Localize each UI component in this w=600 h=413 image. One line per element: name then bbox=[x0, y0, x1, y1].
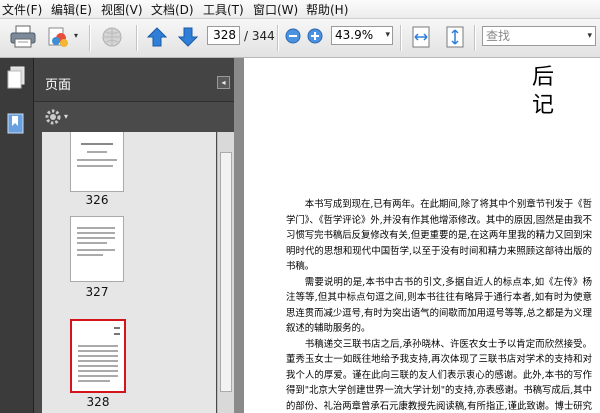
pages-icon[interactable] bbox=[6, 66, 26, 90]
document-body: 本书写成到现在,已有两年。在此期间,除了将其中个别章节刊发于《哲学门》、《哲学评… bbox=[286, 197, 592, 413]
toolbar-separator bbox=[277, 25, 279, 51]
zoom-in-icon[interactable] bbox=[307, 28, 324, 45]
toolbar-separator bbox=[89, 25, 91, 51]
print-icon[interactable] bbox=[10, 25, 36, 49]
chevron-down-icon[interactable]: ▾ bbox=[64, 112, 68, 121]
thumbnail-list: 326 327 328 bbox=[42, 132, 216, 413]
page-heading: 后 记 bbox=[532, 64, 554, 120]
panel-options-bar: ▾ bbox=[34, 102, 234, 132]
pages-panel: 页面 ◂ ▾ 326 327 328 bbox=[34, 58, 235, 413]
page-heading-line1: 后 bbox=[532, 65, 555, 90]
page-heading-line2: 记 bbox=[532, 93, 555, 118]
panel-splitter[interactable] bbox=[234, 58, 244, 413]
page-thumbnail[interactable] bbox=[70, 132, 124, 192]
next-page-icon[interactable] bbox=[178, 26, 198, 48]
thumbnail-scrollbar[interactable] bbox=[217, 132, 235, 413]
menu-view[interactable]: 视图(V) bbox=[101, 1, 143, 18]
document-view: 后 记 本书写成到现在,已有两年。在此期间,除了将其中个别章节刊发于《哲学门》、… bbox=[244, 58, 600, 413]
toolbar-separator bbox=[400, 25, 402, 51]
panel-header: 页面 ◂ bbox=[34, 58, 234, 102]
fit-page-icon[interactable] bbox=[443, 25, 467, 49]
menu-file[interactable]: 文件(F) bbox=[2, 1, 42, 18]
previous-page-icon[interactable] bbox=[147, 26, 167, 48]
thumbnail-label: 328 bbox=[86, 395, 110, 409]
scrollbar-thumb[interactable] bbox=[220, 152, 232, 392]
toolbar-separator bbox=[136, 25, 138, 51]
menu-edit[interactable]: 编辑(E) bbox=[51, 1, 92, 18]
menu-window[interactable]: 窗口(W) bbox=[253, 1, 298, 18]
toolbar: ▾ 328 / 344 43.9% ▾ 查找 ▾ bbox=[0, 19, 600, 58]
toolbar-separator bbox=[474, 25, 476, 51]
menu-document[interactable]: 文档(D) bbox=[151, 1, 194, 18]
bookmarks-icon[interactable] bbox=[6, 112, 26, 136]
paragraph: 本书写成到现在,已有两年。在此期间,除了将其中个别章节刊发于《哲学门》、《哲学评… bbox=[286, 199, 593, 272]
navigation-strip bbox=[0, 58, 34, 413]
chevron-down-icon: ▾ bbox=[385, 30, 390, 40]
page-thumbnail[interactable] bbox=[70, 216, 124, 282]
thumbnail-label: 326 bbox=[85, 193, 109, 207]
zoom-level-value: 43.9% bbox=[335, 28, 374, 42]
paragraph: 书稿递交三联书店之后,承孙晓林、许医农女士予以肯定而欣然接受。董秀玉女士一如既往… bbox=[286, 338, 592, 412]
paragraph: 需要说明的是,本书中古书的引文,多据自近人的标点本,如《左传》杨注等等,但其中标… bbox=[286, 276, 592, 335]
page-thumbnail-selected[interactable] bbox=[70, 319, 126, 393]
zoom-level-select[interactable]: 43.9% ▾ bbox=[331, 26, 393, 45]
globe-icon bbox=[102, 27, 122, 47]
share-icon[interactable] bbox=[46, 25, 72, 49]
chevron-down-icon: ▾ bbox=[587, 31, 592, 41]
chevron-down-icon[interactable]: ▾ bbox=[74, 31, 78, 40]
menu-tools[interactable]: 工具(T) bbox=[203, 1, 244, 18]
zoom-out-icon[interactable] bbox=[285, 28, 302, 45]
search-placeholder: 查找 bbox=[486, 29, 511, 43]
menu-bar: 文件(F) 编辑(E) 视图(V) 文档(D) 工具(T) 窗口(W) 帮助(H… bbox=[0, 0, 600, 19]
collapse-panel-button[interactable]: ◂ bbox=[217, 76, 230, 89]
gear-icon[interactable] bbox=[43, 107, 63, 127]
menu-help[interactable]: 帮助(H) bbox=[306, 1, 348, 18]
page-number-input[interactable]: 328 bbox=[207, 26, 240, 45]
panel-title: 页面 bbox=[45, 78, 72, 93]
page-total: / 344 bbox=[244, 29, 275, 43]
thumbnail-label: 327 bbox=[85, 285, 109, 299]
fit-width-icon[interactable] bbox=[409, 25, 433, 49]
search-input[interactable]: 查找 ▾ bbox=[482, 26, 596, 46]
